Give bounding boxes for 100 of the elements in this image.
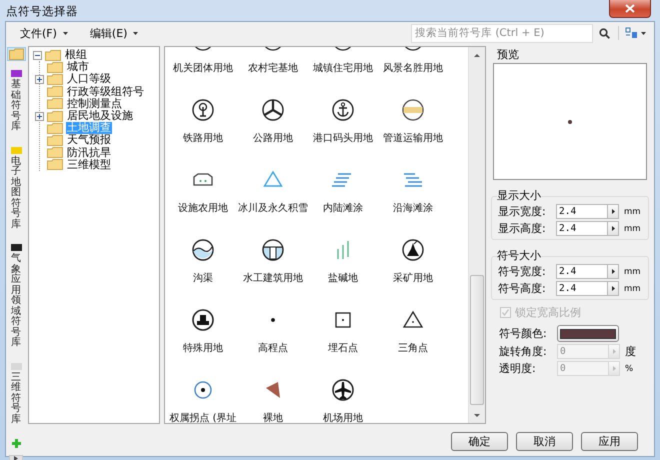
- tree-item[interactable]: 三维模型: [66, 158, 112, 171]
- symbol-label[interactable]: 高程点: [258, 341, 288, 355]
- increment-button[interactable]: [608, 221, 619, 236]
- folder-icon: [47, 159, 63, 170]
- tree-item[interactable]: 行政等级组符号: [66, 86, 145, 98]
- dam-icon[interactable]: [260, 237, 286, 263]
- library-tab[interactable]: 气象应用领域符号库: [7, 241, 25, 352]
- folder-icon: [8, 48, 24, 60]
- group-title: 符号大小: [497, 249, 541, 262]
- ditch-icon[interactable]: [190, 237, 216, 263]
- caret-up-icon: [474, 54, 480, 56]
- caret-down-icon: [474, 414, 480, 416]
- symbol-label[interactable]: 设施农用地: [178, 201, 228, 215]
- number-field[interactable]: 2.4: [556, 204, 608, 219]
- mine-icon[interactable]: [400, 237, 426, 263]
- search-icon: [599, 28, 610, 38]
- unit-label: %: [625, 364, 634, 374]
- menu-item[interactable]: 文件(F): [14, 24, 74, 42]
- symbol-label[interactable]: 铁路用地: [183, 131, 223, 145]
- increment-button[interactable]: [608, 281, 619, 296]
- tree-item[interactable]: 防汛抗旱: [66, 146, 112, 159]
- folder-icon: [47, 62, 63, 73]
- group-title: 显示大小: [497, 189, 541, 202]
- unit-label: mm: [624, 266, 641, 276]
- view-button[interactable]: [625, 27, 646, 39]
- folder-icon: [47, 98, 63, 110]
- menu-item[interactable]: 编辑(E): [84, 24, 144, 42]
- library-tab[interactable]: 三维符号库: [7, 360, 25, 428]
- symbol-label[interactable]: 港口码头用地: [313, 131, 373, 145]
- symbol-label[interactable]: 机关团体用地: [173, 61, 233, 75]
- tree-item[interactable]: 根组: [64, 49, 88, 62]
- window-title: 点符号选择器: [6, 4, 78, 19]
- search-button[interactable]: [597, 28, 612, 38]
- symbol-label[interactable]: 权属拐点 (界址: [169, 411, 237, 423]
- number-field[interactable]: 2.4: [556, 281, 608, 296]
- dialog-button[interactable]: 应用: [581, 432, 638, 451]
- symbol-label[interactable]: 农村宅基地: [248, 61, 298, 75]
- symbol-label[interactable]: 特殊用地: [183, 341, 223, 355]
- checkbox-icon: [500, 307, 511, 318]
- folder-icon: [47, 86, 63, 98]
- close-icon: [625, 4, 635, 13]
- symbol-label[interactable]: 埋石点: [328, 341, 358, 355]
- symbol-label[interactable]: 采矿用地: [393, 271, 433, 285]
- expand-button[interactable]: [9, 455, 23, 460]
- tree-item[interactable]: 城市: [66, 61, 90, 74]
- increment-button[interactable]: [608, 264, 619, 279]
- symbol-label[interactable]: 管道运输用地: [383, 131, 443, 145]
- field-label: 显示高度:: [498, 221, 547, 236]
- field-label: 符号高度:: [498, 281, 547, 296]
- symbol-label[interactable]: 内陆滩涂: [323, 201, 363, 215]
- library-tab[interactable]: 电子地图符号库: [7, 144, 25, 233]
- search-field[interactable]: 搜索当前符号库 (Ctrl + E): [411, 24, 593, 42]
- play-icon: [612, 286, 614, 291]
- plus-icon: [10, 438, 22, 449]
- close-button[interactable]: [609, 0, 651, 18]
- scrollbar-thumb[interactable]: [470, 275, 484, 405]
- symbol-label[interactable]: 裸地: [263, 411, 283, 423]
- railway-icon[interactable]: [190, 97, 216, 123]
- dialog-button[interactable]: 确定: [451, 432, 508, 451]
- folder-icon: [45, 50, 61, 61]
- increment-button[interactable]: [608, 204, 619, 219]
- symbol-label[interactable]: 公路用地: [253, 131, 293, 145]
- symbol-label[interactable]: 风景名胜用地: [383, 61, 443, 75]
- symbol-label[interactable]: 沿海滩涂: [393, 201, 433, 215]
- tree-toggle[interactable]: [33, 50, 42, 60]
- number-field[interactable]: 2.4: [556, 264, 608, 279]
- folder-icon: [47, 122, 63, 134]
- tree-item[interactable]: 居民地及设施: [66, 110, 134, 122]
- symbol-label[interactable]: 冰川及永久积雪: [238, 201, 308, 215]
- pipe-icon[interactable]: [400, 97, 426, 123]
- caret-icon: [62, 32, 68, 34]
- tree-item[interactable]: 天气预报: [66, 134, 112, 146]
- caret-icon: [133, 32, 138, 34]
- play-icon: [612, 269, 614, 274]
- folder-icon: [47, 74, 63, 85]
- number-field[interactable]: 2.4: [556, 221, 608, 236]
- play-icon: [612, 366, 616, 371]
- library-tab[interactable]: 基础符号库: [7, 67, 25, 136]
- special-icon[interactable]: [190, 307, 216, 333]
- symbol-label[interactable]: 城镇住宅用地: [313, 61, 373, 75]
- tree-item[interactable]: 控制测量点: [66, 98, 123, 110]
- symbol-label[interactable]: 三角点: [398, 341, 428, 355]
- road-icon[interactable]: [260, 97, 286, 123]
- unit-label: mm: [624, 206, 641, 216]
- color-picker-button[interactable]: [557, 325, 619, 342]
- field-label: 显示宽度:: [498, 204, 547, 219]
- symbol-label[interactable]: 盐碱地: [328, 271, 358, 285]
- folder-icon: [47, 110, 63, 122]
- dialog-button[interactable]: 取消: [516, 432, 573, 451]
- preview-title: 预览: [497, 48, 520, 61]
- tree-toggle[interactable]: [35, 112, 44, 121]
- tree-toggle[interactable]: [35, 74, 44, 84]
- play-icon: [612, 209, 614, 214]
- symbol-label[interactable]: 机场用地: [323, 411, 363, 423]
- tree-item[interactable]: 人口等级: [66, 73, 112, 86]
- symbol-label[interactable]: 水工建筑用地: [243, 271, 303, 285]
- airplane-icon[interactable]: [330, 377, 356, 403]
- anchor-icon[interactable]: [330, 97, 356, 123]
- symbol-label[interactable]: 沟渠: [193, 271, 213, 285]
- unit-label: mm: [624, 284, 641, 294]
